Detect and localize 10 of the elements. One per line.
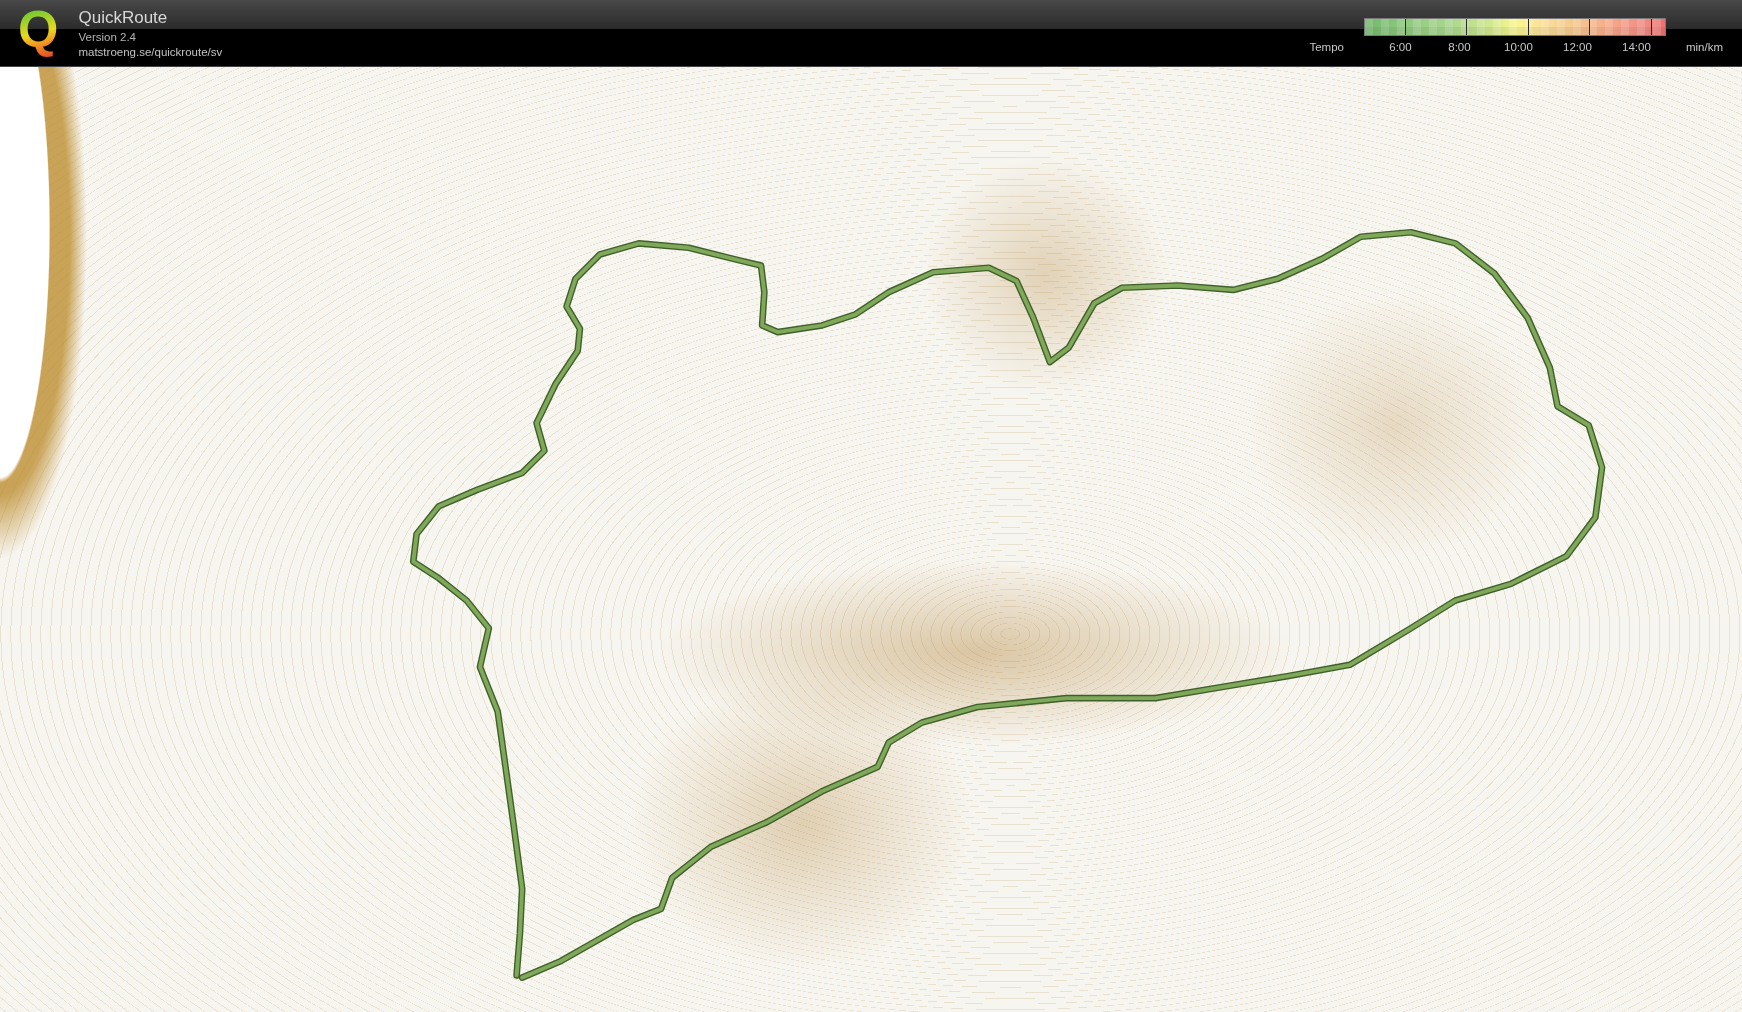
scale-tick-label: 14:00 (1621, 40, 1652, 55)
scale-tick-label: 8:00 (1447, 40, 1472, 55)
unit-label: min/km (1685, 40, 1723, 55)
scale-tick-label: 6:00 (1388, 40, 1413, 55)
website-link[interactable]: matstroeng.se/quickroute/sv (78, 45, 223, 60)
legend-label: Tempo (1309, 40, 1344, 55)
scale-tick-label: 10:00 (1503, 40, 1534, 55)
version-text: Version 2.4 (78, 30, 137, 45)
app-title: QuickRoute (78, 8, 169, 28)
scale-tick-label: 12:00 (1562, 40, 1593, 55)
